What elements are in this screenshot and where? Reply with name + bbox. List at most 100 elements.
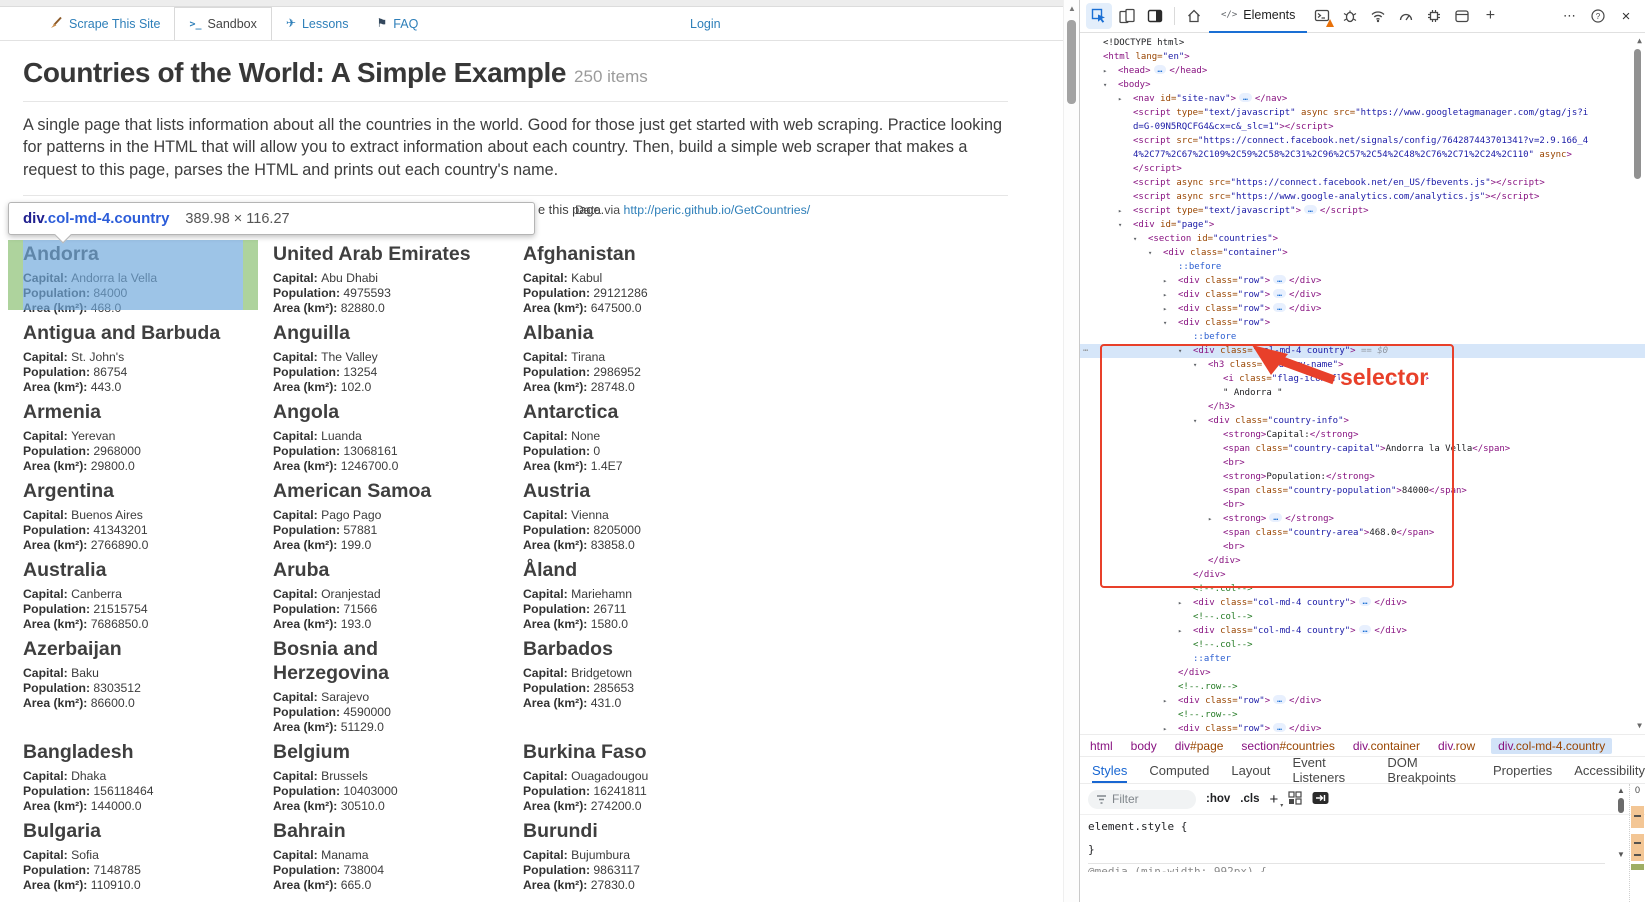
expand-ellipsis-icon[interactable]: …: [1273, 303, 1286, 312]
chevron-right-icon[interactable]: ▸: [1118, 204, 1122, 218]
dom-node[interactable]: ▸<div class="row">…</div>: [1080, 722, 1645, 734]
network-conditions-icon[interactable]: [1365, 3, 1391, 29]
chevron-right-icon[interactable]: ▸: [1163, 722, 1167, 734]
filter-pill[interactable]: [1088, 790, 1196, 809]
tab-computed[interactable]: Computed: [1149, 757, 1209, 783]
dom-node[interactable]: ▸<div class="row">…</div>: [1080, 274, 1645, 288]
dom-node[interactable]: ▸<div class="col-md-4 country">…</div>: [1080, 596, 1645, 610]
dom-node[interactable]: ▾<body>: [1080, 78, 1645, 92]
chevron-down-icon[interactable]: ▾: [1193, 414, 1197, 428]
expand-ellipsis-icon[interactable]: …: [1273, 275, 1286, 284]
login-link[interactable]: Login: [690, 7, 721, 40]
chevron-down-icon[interactable]: ▾: [1133, 232, 1137, 246]
dom-node[interactable]: </div>: [1080, 554, 1645, 568]
chevron-right-icon[interactable]: ▸: [1103, 64, 1107, 78]
chevron-right-icon[interactable]: ▸: [1208, 512, 1212, 526]
expand-ellipsis-icon[interactable]: …: [1239, 93, 1252, 102]
dom-node[interactable]: <!--.col-->: [1080, 638, 1645, 652]
chevron-down-icon[interactable]: ▾: [1193, 358, 1197, 372]
filter-input[interactable]: [1112, 792, 1182, 806]
storage-icon[interactable]: [1449, 3, 1475, 29]
scrollbar-thumb[interactable]: [1618, 798, 1624, 813]
dom-node[interactable]: ▾<div class="country-info">: [1080, 414, 1645, 428]
dom-node[interactable]: " Andorra ": [1080, 386, 1645, 400]
chevron-right-icon[interactable]: ▸: [1163, 694, 1167, 708]
dom-node[interactable]: ▸<div class="col-md-4 country">…</div>: [1080, 624, 1645, 638]
scrollbar-thumb[interactable]: [1067, 20, 1076, 104]
chevron-down-icon[interactable]: ▾: [1118, 218, 1122, 232]
data-source-link[interactable]: http://peric.github.io/GetCountries/: [624, 203, 811, 217]
chevron-right-icon[interactable]: ▸: [1118, 92, 1122, 106]
breadcrumb-item[interactable]: html: [1088, 738, 1115, 754]
chevron-right-icon[interactable]: ▸: [1163, 288, 1167, 302]
element-style-rule[interactable]: element.style {: [1088, 819, 1605, 834]
nav-item-scrape-this-site[interactable]: Scrape This Site: [36, 7, 174, 40]
expand-ellipsis-icon[interactable]: …: [1359, 625, 1372, 634]
memory-icon[interactable]: [1421, 3, 1447, 29]
tab-styles[interactable]: Styles: [1092, 757, 1127, 783]
tab-event-listeners[interactable]: Event Listeners: [1292, 757, 1365, 783]
tab-dom-breakpoints[interactable]: DOM Breakpoints: [1387, 757, 1471, 783]
inspect-icon[interactable]: [1086, 3, 1112, 29]
chevron-down-icon[interactable]: ▾: [1148, 246, 1152, 260]
dom-node[interactable]: <!--.row-->: [1080, 680, 1645, 694]
dom-node[interactable]: <br>: [1080, 498, 1645, 512]
dom-node[interactable]: ▾<div class="row">: [1080, 316, 1645, 330]
expand-ellipsis-icon[interactable]: …: [1154, 65, 1167, 74]
dom-node[interactable]: <!--.row-->: [1080, 708, 1645, 722]
dom-node[interactable]: ▸<nav id="site-nav">…</nav>: [1080, 92, 1645, 106]
console-warning-icon[interactable]: [1309, 3, 1335, 29]
dom-node[interactable]: ▾<div id="page">: [1080, 218, 1645, 232]
dom-node[interactable]: <script src="https://connect.facebook.ne…: [1080, 134, 1645, 148]
dom-node[interactable]: d=G-09N5RQCFG4&cx=c&_slc=1"></script>: [1080, 120, 1645, 134]
chevron-right-icon[interactable]: ▸: [1163, 302, 1167, 316]
dom-node[interactable]: </h3>: [1080, 400, 1645, 414]
add-tools-icon[interactable]: +: [1477, 3, 1503, 29]
toggle-class-button[interactable]: .cls: [1240, 793, 1259, 805]
dom-node[interactable]: </script>: [1080, 162, 1645, 176]
breadcrumb-item[interactable]: div.row: [1436, 738, 1477, 754]
dom-node[interactable]: ::after: [1080, 652, 1645, 666]
device-toolbar-icon[interactable]: [1114, 3, 1140, 29]
paint-flashing-icon[interactable]: [1288, 791, 1302, 808]
dom-node[interactable]: ▾<h3 class="country-name">: [1080, 358, 1645, 372]
chevron-down-icon[interactable]: ▾: [1163, 316, 1167, 330]
nav-item-sandbox[interactable]: >_Sandbox: [174, 7, 271, 40]
dom-node[interactable]: <script type="text/javascript" async src…: [1080, 106, 1645, 120]
help-icon[interactable]: ?: [1585, 3, 1611, 29]
home-icon[interactable]: [1181, 3, 1207, 29]
dom-node[interactable]: <span class="country-area">468.0</span>: [1080, 526, 1645, 540]
close-icon[interactable]: ×: [1613, 3, 1639, 29]
tab-properties[interactable]: Properties: [1493, 757, 1552, 783]
dom-node[interactable]: <strong>Population:</strong>: [1080, 470, 1645, 484]
breadcrumb-item[interactable]: section#countries: [1239, 738, 1336, 754]
dom-node[interactable]: ▾<section id="countries">: [1080, 232, 1645, 246]
page-scrollbar[interactable]: ▲: [1063, 0, 1079, 902]
dom-node-selected[interactable]: ▾⋯<div class="col-md-4 country"> == $0: [1080, 344, 1645, 358]
dom-node[interactable]: <strong>Capital:</strong>: [1080, 428, 1645, 442]
scroll-up-icon[interactable]: ▲: [1617, 786, 1625, 795]
toggle-hover-button[interactable]: :hov: [1206, 793, 1230, 805]
dom-node[interactable]: ▸<head>…</head>: [1080, 64, 1645, 78]
dom-node[interactable]: ::before: [1080, 260, 1645, 274]
breadcrumb-item[interactable]: div.col-md-4.country: [1491, 738, 1612, 754]
nav-item-faq[interactable]: ⚑FAQ: [363, 7, 433, 40]
new-style-rule-button[interactable]: +▾: [1269, 791, 1278, 808]
scroll-down-icon[interactable]: ▼: [1617, 850, 1625, 859]
dom-node[interactable]: <!DOCTYPE html>: [1080, 36, 1645, 50]
expand-ellipsis-icon[interactable]: …: [1304, 205, 1317, 214]
dom-node[interactable]: <html lang="en">: [1080, 50, 1645, 64]
tab-accessibility[interactable]: Accessibility: [1574, 757, 1645, 783]
dom-node[interactable]: ▸<div class="row">…</div>: [1080, 288, 1645, 302]
dom-node[interactable]: </div>: [1080, 568, 1645, 582]
breadcrumb-item[interactable]: body: [1129, 738, 1159, 754]
chevron-down-icon[interactable]: ▾: [1103, 78, 1107, 92]
chevron-right-icon[interactable]: ▸: [1163, 274, 1167, 288]
breadcrumb-item[interactable]: div#page: [1173, 738, 1226, 754]
tab-layout[interactable]: Layout: [1231, 757, 1270, 783]
styles-rules[interactable]: element.style { } @media (min-width: 992…: [1080, 814, 1645, 872]
computed-sidebar-toggle-icon[interactable]: [1312, 791, 1329, 808]
dom-node[interactable]: ▾<div class="container">: [1080, 246, 1645, 260]
expand-ellipsis-icon[interactable]: …: [1269, 513, 1282, 522]
expand-ellipsis-icon[interactable]: …: [1273, 695, 1286, 704]
